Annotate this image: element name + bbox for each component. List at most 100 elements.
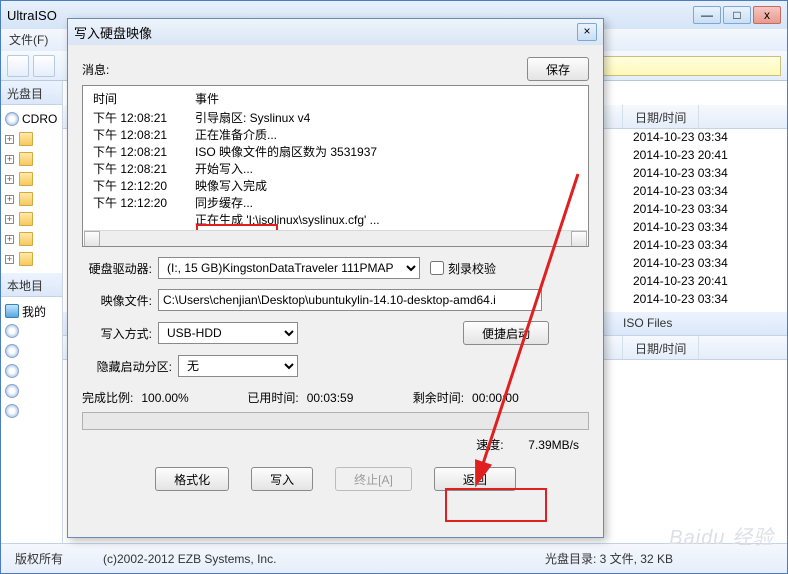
- folder-icon: [19, 192, 33, 206]
- tree-row[interactable]: +: [3, 149, 60, 169]
- tree-row[interactable]: +: [3, 209, 60, 229]
- log-row: 下午 12:12:20同步缓存...: [93, 194, 578, 211]
- tree-row[interactable]: CDRO: [3, 109, 60, 129]
- log-row: 下午 12:12:20映像写入完成: [93, 177, 578, 194]
- image-label: 映像文件:: [82, 292, 158, 309]
- save-button[interactable]: 保存: [527, 57, 589, 81]
- done-label: 完成比例:: [82, 389, 133, 406]
- dialog-titlebar[interactable]: 写入硬盘映像 ×: [68, 19, 603, 45]
- scroll-left-icon[interactable]: [84, 231, 100, 247]
- message-label: 消息:: [82, 61, 109, 78]
- log-row: 正在生成 'I:\isolinux\syslinux.cfg' ...: [93, 211, 578, 228]
- local-tree-header: 本地目: [1, 273, 62, 297]
- tree-row[interactable]: [3, 381, 60, 401]
- open-icon[interactable]: [33, 55, 55, 77]
- scroll-right-icon[interactable]: [571, 231, 587, 247]
- method-select[interactable]: USB-HDD: [158, 322, 298, 344]
- verify-label: 刻录校验: [448, 260, 496, 277]
- format-button[interactable]: 格式化: [155, 467, 229, 491]
- log-col-time: 时间: [93, 90, 195, 107]
- window-controls: — □ x: [693, 6, 781, 24]
- new-icon[interactable]: [7, 55, 29, 77]
- dialog-title: 写入硬盘映像: [74, 23, 577, 42]
- disc-info-label: 光盘目录: 3 文件, 32 KB: [545, 550, 673, 567]
- expand-icon[interactable]: +: [5, 155, 14, 164]
- close-button[interactable]: x: [753, 6, 781, 24]
- h-scrollbar[interactable]: [84, 230, 587, 246]
- convenient-boot-button[interactable]: 便捷启动: [463, 321, 549, 345]
- abort-button: 终止[A]: [335, 467, 412, 491]
- hidden-select[interactable]: 无: [178, 355, 298, 377]
- tree-row[interactable]: +: [3, 189, 60, 209]
- progress-bar: [82, 412, 589, 430]
- expand-icon[interactable]: +: [5, 255, 14, 264]
- local-tree[interactable]: 我的: [1, 297, 62, 425]
- folder-icon: [19, 252, 33, 266]
- write-image-dialog: 写入硬盘映像 × 消息: 保存 时间 事件 下午 12:08:21引导扇区: S…: [67, 18, 604, 538]
- remain-value: 00:00:00: [472, 391, 519, 405]
- statusbar: 版权所有 (c)2002-2012 EZB Systems, Inc. 光盘目录…: [1, 543, 787, 573]
- tree-row[interactable]: [3, 401, 60, 421]
- disc-tree-header: 光盘目: [1, 81, 62, 105]
- folder-icon: [19, 232, 33, 246]
- tree-row[interactable]: +: [3, 249, 60, 269]
- cd-icon: [5, 384, 19, 398]
- maximize-button[interactable]: □: [723, 6, 751, 24]
- copyright-label: 版权所有: [15, 550, 63, 567]
- log-row: 下午 12:08:21正在准备介质...: [93, 126, 578, 143]
- dialog-close-button[interactable]: ×: [577, 23, 597, 41]
- log-col-event: 事件: [195, 90, 578, 107]
- write-button[interactable]: 写入: [251, 467, 313, 491]
- col-date[interactable]: 日期/时间: [623, 105, 699, 128]
- expand-icon[interactable]: +: [5, 195, 14, 204]
- log-rows: 下午 12:08:21引导扇区: Syslinux v4下午 12:08:21正…: [83, 109, 588, 245]
- computer-icon: [5, 304, 19, 318]
- scroll-track[interactable]: [100, 231, 571, 246]
- folder-icon: [19, 132, 33, 146]
- hidden-label: 隐藏启动分区:: [82, 358, 178, 375]
- company-label: (c)2002-2012 EZB Systems, Inc.: [103, 552, 276, 566]
- verify-checkbox[interactable]: [430, 261, 444, 275]
- dialog-body: 消息: 保存 时间 事件 下午 12:08:21引导扇区: Syslinux v…: [68, 45, 603, 501]
- expand-icon[interactable]: +: [5, 235, 14, 244]
- cd-icon: [5, 324, 19, 338]
- return-button[interactable]: 返回: [434, 467, 516, 491]
- log-row: 下午 12:08:21ISO 映像文件的扇区数为 3531937: [93, 143, 578, 160]
- expand-icon[interactable]: +: [5, 135, 14, 144]
- tree-row[interactable]: [3, 361, 60, 381]
- expand-icon[interactable]: +: [5, 215, 14, 224]
- disc-tree[interactable]: CDRO + + + + + + +: [1, 105, 62, 273]
- tree-label: CDRO: [22, 112, 57, 126]
- log-row: 下午 12:08:21引导扇区: Syslinux v4: [93, 109, 578, 126]
- tree-row[interactable]: [3, 341, 60, 361]
- elapsed-label: 已用时间:: [247, 389, 298, 406]
- col-date[interactable]: 日期/时间: [623, 336, 699, 359]
- method-label: 写入方式:: [82, 325, 158, 342]
- tree-row[interactable]: 我的: [3, 301, 60, 321]
- log-header: 时间 事件: [83, 86, 588, 109]
- folder-icon: [19, 152, 33, 166]
- remain-label: 剩余时间:: [413, 389, 464, 406]
- speed-value: 7.39MB/s: [528, 438, 579, 452]
- image-path-field: [158, 289, 542, 311]
- tree-row[interactable]: [3, 321, 60, 341]
- folder-icon: [19, 172, 33, 186]
- speed-label: 速度:: [476, 438, 503, 452]
- minimize-button[interactable]: —: [693, 6, 721, 24]
- cd-icon: [5, 112, 19, 126]
- log-row: 下午 12:08:21开始写入...: [93, 160, 578, 177]
- folder-icon: [19, 212, 33, 226]
- drive-label: 硬盘驱动器:: [82, 260, 158, 277]
- expand-icon[interactable]: +: [5, 175, 14, 184]
- log-box[interactable]: 时间 事件 下午 12:08:21引导扇区: Syslinux v4下午 12:…: [82, 85, 589, 247]
- tree-row[interactable]: +: [3, 169, 60, 189]
- left-pane: 光盘目 CDRO + + + + + + + 本地目 我的: [1, 81, 63, 543]
- cd-icon: [5, 344, 19, 358]
- return-highlight: [445, 488, 547, 522]
- tree-label: 我的: [22, 303, 46, 320]
- tree-row[interactable]: +: [3, 229, 60, 249]
- drive-select[interactable]: (I:, 15 GB)KingstonDataTraveler 111PMAP: [158, 257, 420, 279]
- tree-row[interactable]: +: [3, 129, 60, 149]
- done-value: 100.00%: [141, 391, 201, 405]
- cd-icon: [5, 404, 19, 418]
